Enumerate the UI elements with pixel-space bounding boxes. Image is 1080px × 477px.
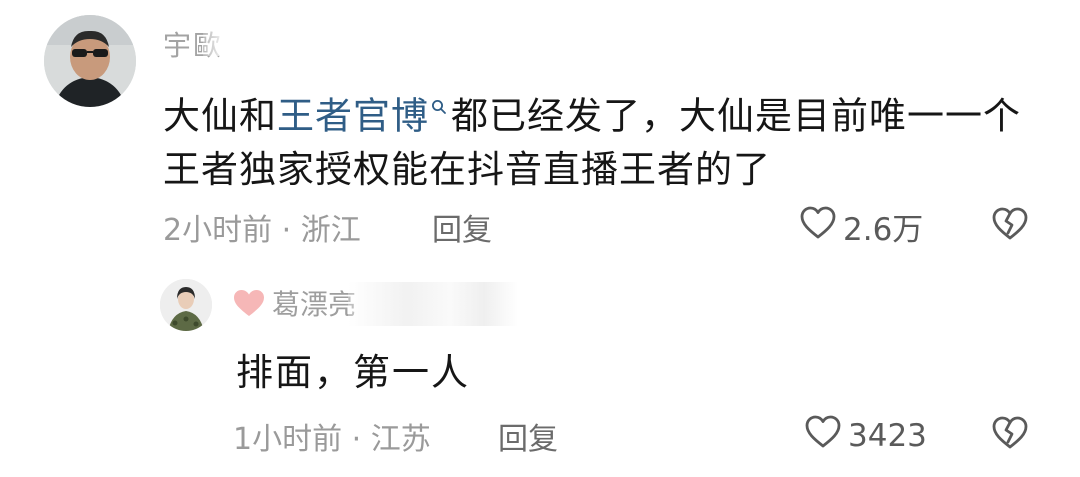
like-button[interactable]: 2.6万	[799, 204, 923, 249]
comment-time-location: 2小时前 · 浙江	[163, 213, 361, 248]
like-count: 3423	[848, 418, 927, 454]
heart-outline-icon	[799, 205, 837, 249]
username-blur-mask	[348, 282, 518, 326]
reply-text: 排面，第一人	[236, 351, 470, 394]
dislike-button[interactable]	[991, 206, 1029, 246]
search-icon[interactable]	[431, 76, 447, 130]
reply-avatar[interactable]	[160, 279, 212, 331]
reply-button[interactable]: 回复	[498, 414, 558, 458]
pink-heart-icon	[232, 288, 266, 318]
username-blur-mask	[203, 20, 243, 56]
comment-text-before: 大仙和	[163, 94, 277, 138]
commenter-avatar[interactable]	[44, 15, 136, 107]
like-count: 2.6万	[843, 212, 924, 248]
reply-button[interactable]: 回复	[432, 205, 492, 249]
broken-heart-icon	[991, 416, 1029, 455]
broken-heart-icon	[991, 207, 1029, 246]
like-button[interactable]: 3423	[804, 414, 927, 458]
reply-time-location: 1小时前 · 江苏	[233, 422, 431, 457]
mention-link[interactable]: 王者官博	[277, 94, 429, 137]
heart-outline-icon	[804, 414, 842, 458]
reply-username: 葛漂亮	[272, 288, 357, 321]
reply-username-row[interactable]: 葛漂亮	[232, 283, 356, 323]
dislike-button[interactable]	[991, 415, 1029, 455]
comment-text: 大仙和王者官博 都已经发了，大仙是目前唯一一个王者独家授权能在抖音直播王者的了	[163, 76, 1043, 197]
